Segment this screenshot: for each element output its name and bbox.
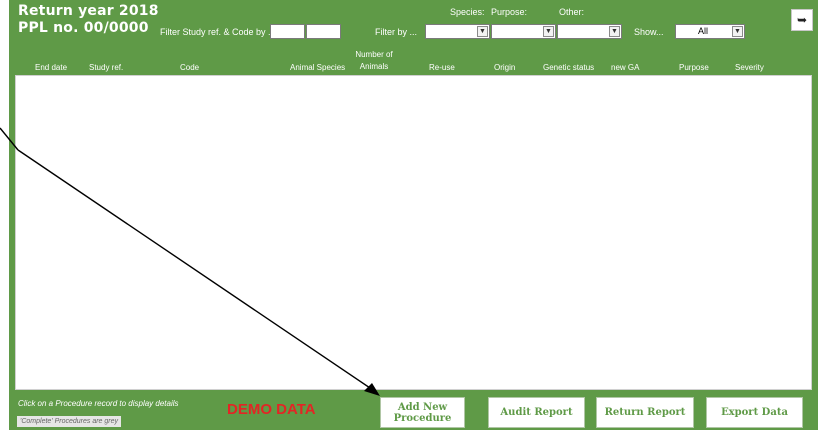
add-new-label: Add New: [397, 401, 448, 413]
add-new-procedure-button[interactable]: Add New Procedure: [380, 397, 465, 428]
hint-click-procedure: Click on a Procedure record to display d…: [18, 399, 179, 408]
export-data-button[interactable]: Export Data: [706, 397, 803, 428]
demo-data-label: DEMO DATA: [227, 401, 316, 418]
chevron-down-icon[interactable]: ▼: [477, 26, 488, 37]
procedure-label: Procedure: [393, 412, 452, 424]
col-code: Code: [180, 63, 200, 72]
species-select[interactable]: ▼: [425, 24, 490, 39]
hint-complete-grey: 'Complete' Procedures are grey: [17, 416, 121, 427]
filter-study-label: Filter Study ref. & Code by ...: [160, 27, 276, 37]
col-animals-label: Animals: [359, 62, 389, 71]
col-animal-species: Animal Species: [290, 63, 346, 72]
other-select[interactable]: ▼: [557, 24, 622, 39]
return-report-button[interactable]: Return Report: [596, 397, 694, 428]
show-label: Show...: [634, 27, 664, 37]
filter-by-label: Filter by ...: [375, 27, 418, 37]
purpose-label: Purpose:: [491, 7, 528, 17]
other-label: Other:: [559, 7, 585, 17]
chevron-down-icon[interactable]: ▼: [732, 26, 743, 37]
col-severity: Severity: [735, 63, 764, 72]
chevron-down-icon[interactable]: ▼: [609, 26, 620, 37]
col-origin: Origin: [494, 63, 516, 72]
exit-door-icon[interactable]: ➥: [797, 13, 807, 27]
col-end-date: End date: [35, 63, 68, 72]
ppl-number-title: PPL no. 00/0000: [18, 20, 149, 36]
purpose-select[interactable]: ▼: [491, 24, 556, 39]
col-re-use: Re-use: [429, 63, 455, 72]
col-genetic-status: Genetic status: [543, 63, 595, 72]
filter-code-input[interactable]: [306, 24, 341, 39]
exit-button[interactable]: ➥: [791, 9, 813, 31]
procedure-list[interactable]: [15, 75, 812, 390]
show-selected-value: All: [697, 26, 708, 36]
col-study-ref: Study ref.: [89, 63, 124, 72]
chevron-down-icon[interactable]: ▼: [543, 26, 554, 37]
show-select[interactable]: All ▼: [675, 24, 745, 39]
col-number-of-animals: Number of Animals: [349, 50, 399, 71]
return-year-title: Return year 2018: [18, 3, 159, 19]
col-purpose: Purpose: [679, 63, 709, 72]
species-label: Species:: [450, 7, 485, 17]
filter-study-input[interactable]: [270, 24, 305, 39]
col-new-ga: new GA: [611, 63, 640, 72]
audit-report-button[interactable]: Audit Report: [488, 397, 585, 428]
col-number-of-label: Number of: [355, 50, 393, 59]
